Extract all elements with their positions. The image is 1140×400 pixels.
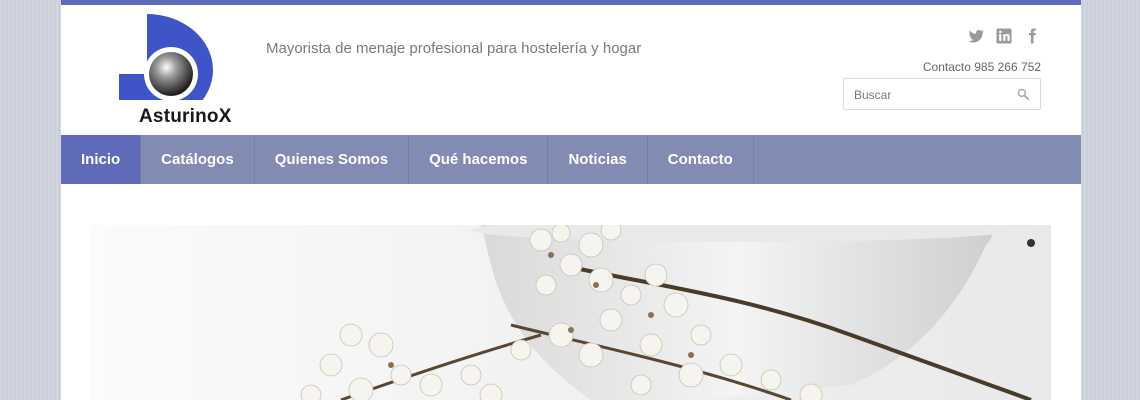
- main-nav: Inicio Catálogos Quienes Somos Qué hacem…: [61, 135, 1081, 184]
- slider-dot[interactable]: [1027, 239, 1035, 247]
- logo[interactable]: AsturinoX: [99, 12, 234, 127]
- nav-item-noticias[interactable]: Noticias: [548, 135, 648, 184]
- search-input[interactable]: [852, 79, 1016, 111]
- linkedin-icon[interactable]: [995, 27, 1013, 45]
- nav-item-inicio[interactable]: Inicio: [61, 135, 142, 184]
- twitter-icon[interactable]: [967, 27, 985, 45]
- social-links: [967, 27, 1041, 45]
- nav-item-contacto[interactable]: Contacto: [648, 135, 754, 184]
- facebook-icon[interactable]: [1023, 27, 1041, 45]
- logo-text: AsturinoX: [139, 106, 232, 127]
- nav-item-que-hacemos[interactable]: Qué hacemos: [409, 135, 549, 184]
- site-header: AsturinoX Mayorista de menaje profesiona…: [61, 5, 1081, 135]
- page-container: AsturinoX Mayorista de menaje profesiona…: [61, 0, 1081, 400]
- hero-photo: [300, 225, 1032, 400]
- search-icon[interactable]: [1016, 87, 1030, 101]
- contact-phone: Contacto 985 266 752: [922, 60, 1041, 74]
- hero-slider-image: [91, 225, 1051, 400]
- nav-item-quienes-somos[interactable]: Quienes Somos: [255, 135, 410, 184]
- site-tagline: Mayorista de menaje profesional para hos…: [266, 40, 642, 57]
- search-box: [843, 78, 1041, 111]
- nav-item-catalogos[interactable]: Catálogos: [141, 135, 255, 184]
